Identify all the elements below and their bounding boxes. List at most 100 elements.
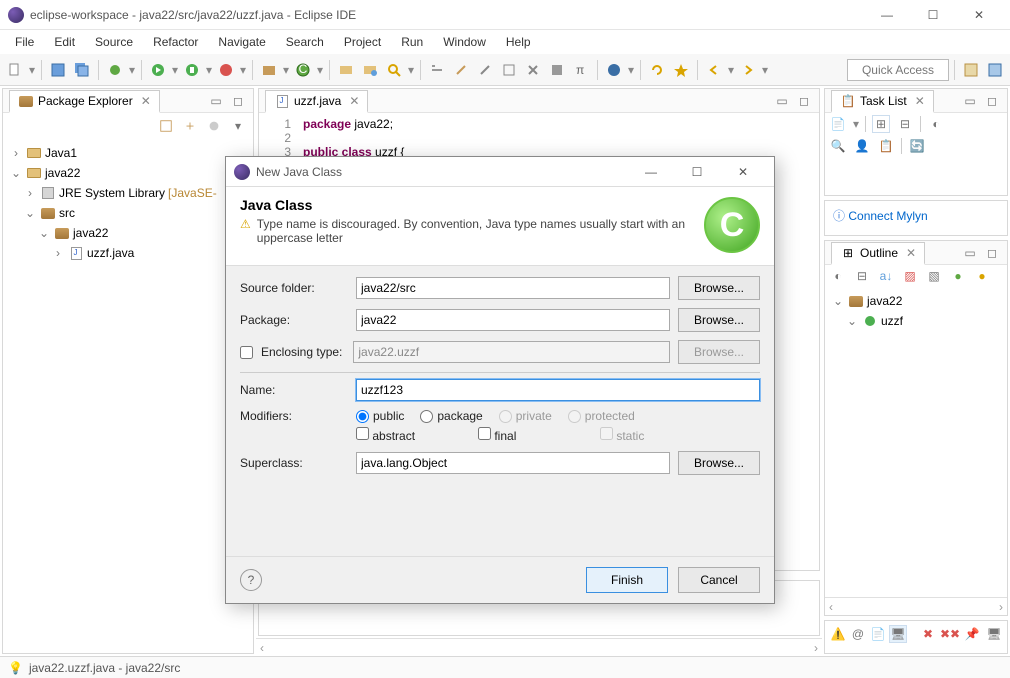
outline-item-class[interactable]: ⌄uzzf — [825, 311, 1007, 331]
tree-file-uzzf[interactable]: ›uzzf.java — [3, 243, 253, 263]
horizontal-scrollbar[interactable]: ‹› — [825, 597, 1007, 615]
search-task-icon[interactable]: 🔍 — [829, 137, 847, 155]
new-class-icon[interactable]: C — [292, 59, 314, 81]
menu-project[interactable]: Project — [335, 32, 390, 52]
close-button[interactable]: ✕ — [956, 0, 1002, 30]
new-icon[interactable] — [4, 59, 26, 81]
focus-icon[interactable]: ◐ — [829, 267, 847, 285]
tree-icon[interactable]: ⊞ — [872, 115, 890, 133]
dropdown-icon[interactable]: ▾ — [171, 59, 179, 81]
dropdown-icon[interactable]: ▾ — [128, 59, 136, 81]
link-icon[interactable]: ⊟ — [853, 267, 871, 285]
wand-icon[interactable] — [450, 59, 472, 81]
back-icon[interactable] — [703, 59, 725, 81]
run-icon[interactable] — [147, 59, 169, 81]
close-icon[interactable]: ✕ — [349, 94, 359, 108]
dropdown-icon[interactable]: ▾ — [316, 59, 324, 81]
dropdown-icon[interactable]: ▾ — [28, 59, 36, 81]
link-editor-icon[interactable] — [181, 117, 199, 135]
minimize-view-icon[interactable]: ▭ — [961, 244, 979, 262]
horizontal-scrollbar[interactable]: ‹› — [256, 638, 822, 656]
close-icon[interactable]: ✕ — [141, 94, 151, 108]
x-icon[interactable] — [522, 59, 544, 81]
minimize-button[interactable]: — — [628, 157, 674, 187]
declaration-tab-icon[interactable]: 📄 — [869, 625, 887, 643]
save-icon[interactable] — [47, 59, 69, 81]
package-input[interactable] — [356, 309, 670, 331]
pi-icon[interactable]: π — [570, 59, 592, 81]
tree-package-java22[interactable]: ⌄java22 — [3, 223, 253, 243]
sync-icon[interactable]: 🔄 — [908, 137, 926, 155]
filter-icon[interactable] — [205, 117, 223, 135]
superclass-input[interactable] — [356, 452, 670, 474]
hide-static-icon[interactable]: ▧ — [925, 267, 943, 285]
hide-local-icon[interactable]: ● — [973, 267, 991, 285]
modifier-final-checkbox[interactable] — [478, 427, 491, 440]
world-icon[interactable] — [603, 59, 625, 81]
help-button[interactable]: ? — [240, 569, 262, 591]
close-button[interactable]: ✕ — [720, 157, 766, 187]
ext-tools-icon[interactable] — [215, 59, 237, 81]
dropdown-icon[interactable]: ▾ — [761, 59, 769, 81]
minimize-view-icon[interactable]: ▭ — [773, 92, 791, 110]
dropdown-icon[interactable]: ▾ — [627, 59, 635, 81]
perspective-jee-icon[interactable] — [984, 59, 1006, 81]
cancel-button[interactable]: Cancel — [678, 567, 760, 593]
close-icon[interactable]: ✕ — [906, 246, 916, 260]
open-type-icon[interactable] — [335, 59, 357, 81]
outline-tab[interactable]: ⊞ Outline ✕ — [831, 242, 925, 265]
rect-icon[interactable] — [498, 59, 520, 81]
quick-access[interactable]: Quick Access — [847, 59, 949, 81]
dropdown-icon[interactable]: ▾ — [239, 59, 247, 81]
browse-package-button[interactable]: Browse... — [678, 308, 760, 332]
menu-source[interactable]: Source — [86, 32, 142, 52]
tree-src-folder[interactable]: ⌄src — [3, 203, 253, 223]
project-tree[interactable]: ›Java1 ⌄java22 ›JRE System Library [Java… — [3, 139, 253, 653]
browse-superclass-button[interactable]: Browse... — [678, 451, 760, 475]
menu-help[interactable]: Help — [497, 32, 540, 52]
maximize-button[interactable]: ☐ — [910, 0, 956, 30]
menu-navigate[interactable]: Navigate — [209, 32, 274, 52]
maximize-view-icon[interactable]: ◻ — [795, 92, 813, 110]
modifier-package-radio[interactable] — [420, 410, 433, 423]
menu-window[interactable]: Window — [434, 32, 495, 52]
minimize-view-icon[interactable]: ▭ — [961, 92, 979, 110]
search-icon[interactable] — [383, 59, 405, 81]
menu-run[interactable]: Run — [392, 32, 432, 52]
dropdown-icon[interactable]: ▾ — [407, 59, 415, 81]
editor-tab-uzzf[interactable]: uzzf.java ✕ — [265, 90, 368, 113]
display-icon[interactable]: 🖥 — [985, 625, 1003, 643]
minimize-button[interactable]: — — [864, 0, 910, 30]
problems-tab-icon[interactable]: ⚠️ — [829, 625, 847, 643]
remove-all-icon[interactable]: ✖✖ — [941, 625, 959, 643]
console-tab-icon[interactable]: 🖥 — [889, 625, 907, 643]
tree-project-java1[interactable]: ›Java1 — [3, 143, 253, 163]
categorize-icon[interactable]: ⊟ — [896, 115, 914, 133]
modifier-abstract-checkbox[interactable] — [356, 427, 369, 440]
person-icon[interactable]: 👤 — [853, 137, 871, 155]
maximize-button[interactable]: ☐ — [674, 157, 720, 187]
sort-icon[interactable]: a↓ — [877, 267, 895, 285]
finish-button[interactable]: Finish — [586, 567, 668, 593]
focus-icon[interactable]: ◐ — [927, 115, 945, 133]
view-menu-icon[interactable]: ▾ — [229, 117, 247, 135]
remove-launch-icon[interactable]: ✖ — [919, 625, 937, 643]
maximize-view-icon[interactable]: ◻ — [983, 92, 1001, 110]
source-folder-input[interactable] — [356, 277, 670, 299]
hide-fields-icon[interactable]: ▨ — [901, 267, 919, 285]
new-package-icon[interactable] — [258, 59, 280, 81]
block-icon[interactable] — [546, 59, 568, 81]
toggle-comment-icon[interactable] — [426, 59, 448, 81]
javadoc-tab-icon[interactable]: @ — [849, 625, 867, 643]
pin-icon[interactable]: 📌 — [963, 625, 981, 643]
clipboard-icon[interactable]: 📋 — [877, 137, 895, 155]
save-all-icon[interactable] — [71, 59, 93, 81]
package-explorer-tab[interactable]: Package Explorer ✕ — [9, 90, 160, 113]
coverage-icon[interactable] — [181, 59, 203, 81]
maximize-view-icon[interactable]: ◻ — [229, 92, 247, 110]
perspective-java-icon[interactable] — [960, 59, 982, 81]
forward-icon[interactable] — [737, 59, 759, 81]
modifier-public-radio[interactable] — [356, 410, 369, 423]
outline-item-package[interactable]: ⌄java22 — [825, 291, 1007, 311]
connect-mylyn-link[interactable]: Connect Mylyn — [848, 209, 927, 223]
